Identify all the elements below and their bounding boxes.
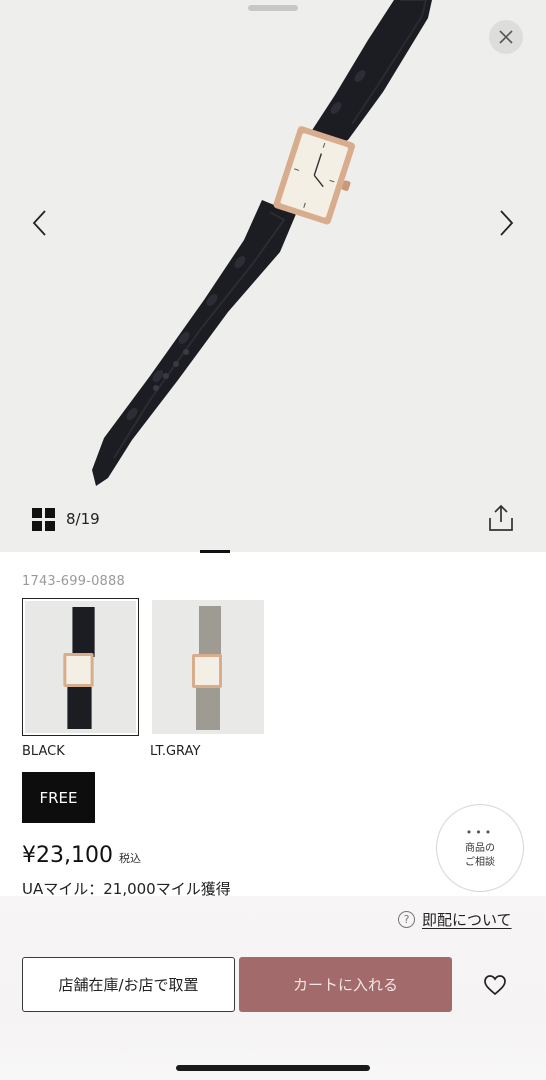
swatch-image-black — [25, 601, 136, 733]
color-swatch-lt-gray[interactable] — [152, 600, 264, 734]
ellipsis-icon: ••• — [465, 825, 495, 839]
store-stock-button[interactable]: 店舗在庫/お店で取置 — [22, 957, 235, 1012]
image-counter: 8/19 — [66, 510, 100, 528]
price: ¥23,100 税込 — [22, 843, 141, 868]
color-label-lt-gray: LT.GRAY — [150, 744, 201, 759]
heart-icon — [484, 975, 506, 996]
sokuhai-link[interactable]: 即配について — [422, 909, 512, 930]
product-sku: 1743-699-0888 — [22, 574, 125, 589]
close-button[interactable] — [489, 20, 523, 54]
chevron-left-icon — [32, 210, 46, 236]
close-icon — [499, 30, 513, 44]
share-button[interactable] — [486, 503, 516, 533]
favorite-button[interactable] — [480, 970, 510, 1000]
home-indicator[interactable] — [176, 1065, 370, 1071]
price-amount: ¥23,100 — [22, 843, 113, 868]
sokuhai-info[interactable]: ? 即配について — [398, 909, 512, 930]
color-swatch-black[interactable] — [22, 598, 139, 736]
consult-label: 商品の ご相談 — [465, 842, 495, 868]
tax-label: 税込 — [118, 852, 141, 865]
previous-image-button[interactable] — [24, 208, 54, 238]
gallery-footer: 8/19 — [32, 506, 100, 532]
product-gallery[interactable]: 8/19 — [0, 0, 546, 552]
color-label-black: BLACK — [22, 744, 65, 759]
next-image-button[interactable] — [492, 208, 522, 238]
grid-icon[interactable] — [32, 507, 55, 531]
ua-mile-text: UAマイル：21,000マイル獲得 — [22, 880, 231, 896]
swatch-image-lt-gray — [152, 600, 264, 734]
product-consult-button[interactable]: ••• 商品の ご相談 — [436, 804, 524, 892]
chevron-right-icon — [500, 210, 514, 236]
add-to-cart-button[interactable]: カートに入れる — [239, 957, 452, 1012]
product-image — [92, 0, 432, 486]
sheet-indicator — [200, 550, 230, 553]
share-icon — [489, 504, 513, 531]
help-icon: ? — [398, 911, 415, 928]
size-option-free[interactable]: FREE — [22, 772, 95, 823]
drag-handle[interactable] — [248, 5, 298, 11]
